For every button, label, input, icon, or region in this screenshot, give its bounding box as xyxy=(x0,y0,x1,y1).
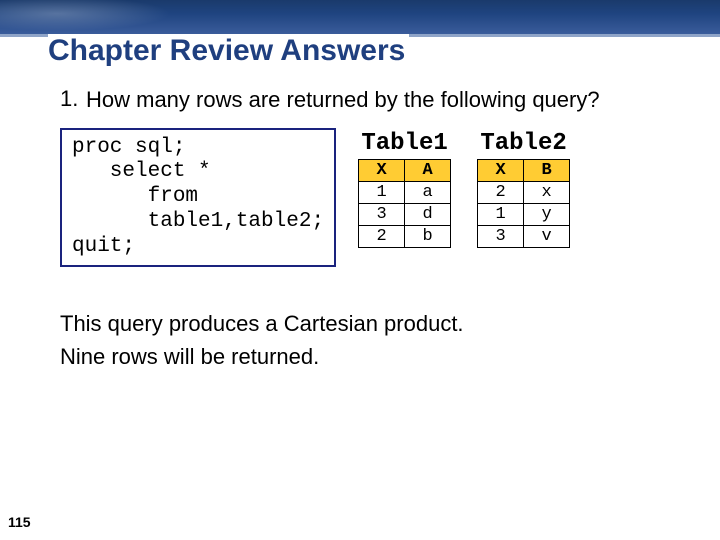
table-row: 2 b xyxy=(359,225,451,247)
table-row: 2 x xyxy=(478,181,570,203)
tables-wrap: Table1 X A 1 a 3 d 2 xyxy=(358,130,570,248)
table1-block: Table1 X A 1 a 3 d 2 xyxy=(358,130,451,248)
table-header: B xyxy=(524,159,570,181)
page-number: 115 xyxy=(8,514,31,530)
table-row: 3 d xyxy=(359,203,451,225)
table-cell: 3 xyxy=(478,225,524,247)
content-area: 1. How many rows are returned by the fol… xyxy=(60,86,690,373)
header-band xyxy=(0,0,720,34)
table-cell: v xyxy=(524,225,570,247)
table-cell: d xyxy=(405,203,451,225)
table-cell: y xyxy=(524,203,570,225)
table-row: 3 v xyxy=(478,225,570,247)
table-cell: 3 xyxy=(359,203,405,225)
table2: X B 2 x 1 y 3 v xyxy=(477,159,570,248)
table-cell: 1 xyxy=(359,181,405,203)
table-cell: x xyxy=(524,181,570,203)
table1: X A 1 a 3 d 2 b xyxy=(358,159,451,248)
table-cell: a xyxy=(405,181,451,203)
table-row: 1 a xyxy=(359,181,451,203)
answer-text: This query produces a Cartesian product.… xyxy=(60,307,690,373)
table-row: 1 y xyxy=(478,203,570,225)
table-header: A xyxy=(405,159,451,181)
table-cell: b xyxy=(405,225,451,247)
table2-block: Table2 X B 2 x 1 y 3 xyxy=(477,130,570,248)
table-cell: 1 xyxy=(478,203,524,225)
table-header: X xyxy=(359,159,405,181)
answer-line: This query produces a Cartesian product. xyxy=(60,307,690,340)
question-text: How many rows are returned by the follow… xyxy=(86,86,690,114)
page-title: Chapter Review Answers xyxy=(48,34,409,67)
question-number: 1. xyxy=(60,86,86,114)
table-cell: 2 xyxy=(359,225,405,247)
table-row: X A xyxy=(359,159,451,181)
table-header: X xyxy=(478,159,524,181)
table1-title: Table1 xyxy=(358,130,451,157)
main-row: proc sql; select * from table1,table2; q… xyxy=(60,128,690,268)
table-row: X B xyxy=(478,159,570,181)
question: 1. How many rows are returned by the fol… xyxy=(60,86,690,114)
answer-line: Nine rows will be returned. xyxy=(60,340,690,373)
table2-title: Table2 xyxy=(477,130,570,157)
table-cell: 2 xyxy=(478,181,524,203)
code-box: proc sql; select * from table1,table2; q… xyxy=(60,128,336,268)
